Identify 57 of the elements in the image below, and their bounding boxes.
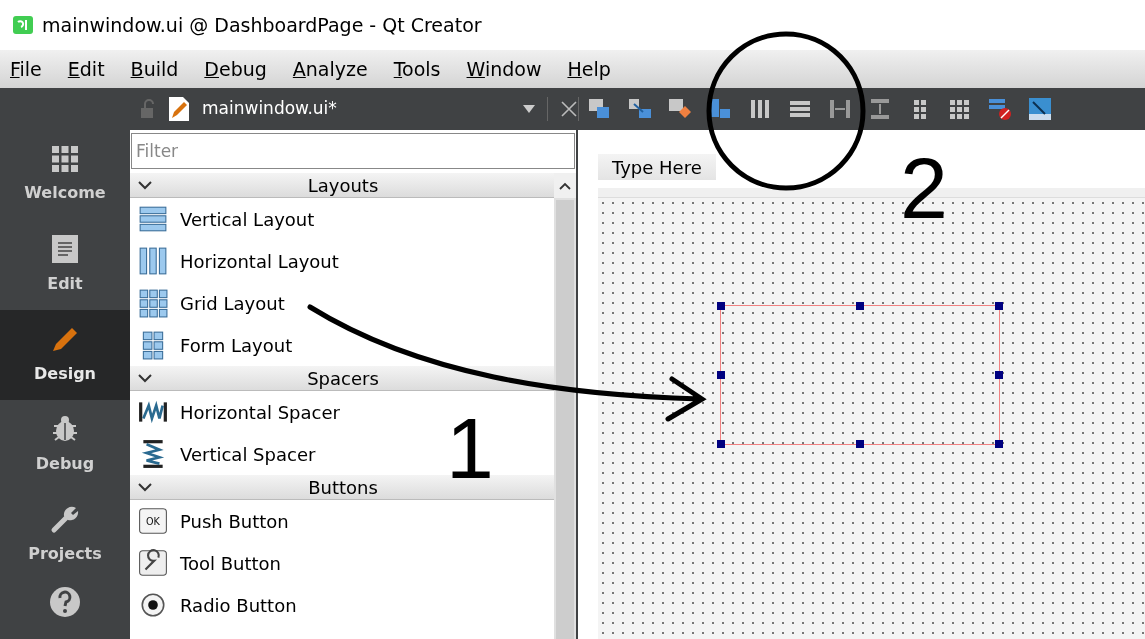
help-icon[interactable]: [49, 586, 81, 618]
mode-button[interactable]: Edit: [0, 220, 130, 310]
close-icon[interactable]: [560, 100, 578, 118]
widget-list-item[interactable]: Tool Button: [130, 542, 285, 584]
widget-list-item[interactable]: Grid Layout: [130, 282, 289, 324]
resize-handle[interactable]: [856, 302, 864, 310]
resize-handle[interactable]: [995, 371, 1003, 379]
edited-document-icon: [168, 96, 190, 122]
mode-button[interactable]: Projects: [0, 490, 130, 580]
document-name[interactable]: mainwindow.ui*: [202, 96, 511, 122]
ok-button-icon: OK: [138, 506, 168, 536]
document-icon: [51, 234, 79, 264]
menu-item[interactable]: Tools: [393, 54, 441, 84]
menu-item[interactable]: Edit: [67, 54, 105, 84]
mode-button[interactable]: Welcome: [0, 130, 130, 220]
menu-item[interactable]: Debug: [204, 54, 267, 84]
mode-button[interactable]: Design: [0, 310, 130, 400]
widget-list-item[interactable]: Form Layout: [130, 324, 297, 366]
filter-field[interactable]: Filter: [131, 133, 575, 169]
chevron-down-icon: [138, 373, 152, 383]
wrench-icon: [50, 504, 80, 534]
resize-handle[interactable]: [995, 440, 1003, 448]
widget-list-item[interactable]: Horizontal Spacer: [130, 391, 344, 433]
resize-handle[interactable]: [717, 440, 725, 448]
widget-list-item[interactable]: OK Push Button: [130, 500, 293, 542]
menu-item[interactable]: Help: [567, 54, 611, 84]
menu-item[interactable]: Build: [130, 54, 179, 84]
annotation-number: 2: [900, 145, 948, 231]
scrollbar[interactable]: [554, 173, 576, 639]
menu-item[interactable]: File: [10, 54, 42, 84]
chevron-down-icon: [138, 180, 152, 190]
resize-handle[interactable]: [995, 302, 1003, 310]
resize-handle[interactable]: [856, 440, 864, 448]
bug-icon: [50, 414, 80, 444]
category-header[interactable]: Layouts: [130, 173, 554, 198]
wrench-button-icon: [138, 548, 168, 578]
menu-item[interactable]: Window: [466, 54, 542, 84]
resize-handle[interactable]: [717, 371, 725, 379]
widget-list-item[interactable]: Vertical Layout: [130, 198, 319, 240]
dropdown-caret-icon[interactable]: [523, 105, 535, 113]
mode-button[interactable]: Debug: [0, 400, 130, 490]
grid-icon: [51, 145, 79, 173]
window-title: mainwindow.ui @ DashboardPage - Qt Creator: [42, 12, 482, 38]
app-logo-icon: [12, 14, 34, 36]
resize-handle[interactable]: [717, 302, 725, 310]
chevron-down-icon: [138, 482, 152, 492]
widget-list-item[interactable]: Vertical Spacer: [130, 433, 320, 475]
columns-icon: [138, 246, 168, 276]
menu-item[interactable]: Analyze: [292, 54, 368, 84]
menu-placeholder[interactable]: Type Here: [598, 154, 716, 180]
widget-list-item[interactable]: Horizontal Layout: [130, 240, 343, 282]
stacked-bars-icon: [138, 204, 168, 234]
grid-icon: [138, 288, 168, 318]
widget-list-item[interactable]: Radio Button: [130, 584, 301, 626]
layout-selection[interactable]: [720, 305, 1000, 445]
category-header[interactable]: Spacers: [130, 366, 554, 391]
scroll-up-icon[interactable]: [559, 181, 571, 190]
